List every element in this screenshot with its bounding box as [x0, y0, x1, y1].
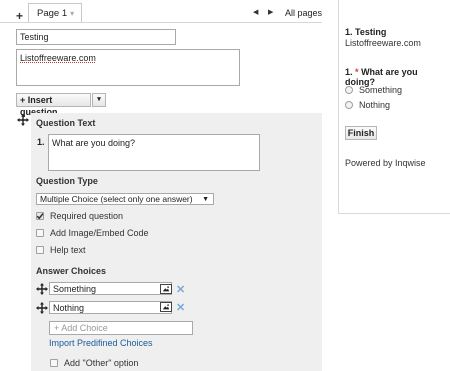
question-type-value: Multiple Choice (select only one answer) — [40, 194, 193, 204]
tab-label: Page 1 — [37, 8, 68, 19]
move-icon[interactable] — [17, 114, 29, 126]
add-page-button[interactable]: + — [16, 9, 23, 23]
import-predefined-link[interactable]: Import Predifined Choices — [49, 338, 153, 348]
answer-choice-input[interactable]: Nothing — [49, 301, 172, 314]
page-description-input[interactable]: Listoffreeware.com — [16, 49, 240, 86]
all-pages-link[interactable]: All pages — [285, 8, 322, 18]
description-text: Listoffreeware.com — [20, 53, 96, 63]
preview-radio[interactable] — [345, 86, 353, 94]
add-image-label: Add Image/Embed Code — [50, 228, 149, 238]
page-title-input[interactable]: Testing — [16, 29, 176, 45]
insert-question-button[interactable]: + Insert question — [16, 93, 91, 117]
move-icon[interactable] — [36, 283, 48, 295]
add-other-checkbox[interactable] — [50, 359, 58, 367]
answer-choice-input[interactable]: Something — [49, 282, 172, 295]
remove-choice-icon[interactable]: ✕ — [176, 301, 185, 314]
preview-question-number: 1. — [345, 67, 353, 77]
next-page-icon[interactable]: ▶ — [268, 8, 273, 16]
help-text-label: Help text — [50, 245, 86, 255]
required-mark: * — [355, 67, 359, 77]
finish-button[interactable]: Finish — [345, 126, 377, 140]
required-question-checkbox[interactable] — [36, 212, 44, 220]
prev-page-icon[interactable]: ◀ — [253, 8, 258, 16]
preview-radio[interactable] — [345, 101, 353, 109]
preview-answer-label: Nothing — [359, 100, 391, 110]
question-type-select[interactable]: Multiple Choice (select only one answer)… — [36, 193, 214, 205]
question-text-input[interactable]: What are you doing? — [48, 134, 260, 171]
image-icon[interactable] — [160, 302, 172, 312]
question-number: 1. — [37, 137, 45, 147]
dropdown-arrow-icon: ▼ — [202, 196, 209, 203]
add-choice-input[interactable]: + Add Choice — [49, 321, 193, 335]
powered-by-text: Powered by Inqwise — [345, 158, 426, 168]
add-other-label: Add "Other" option — [64, 358, 139, 368]
image-icon[interactable] — [160, 284, 172, 294]
preview-question: 1. * What are you doing? — [345, 67, 450, 87]
tab-page-1[interactable]: Page 1 ▾ — [28, 3, 82, 22]
preview-page-subtitle: Listoffreeware.com — [345, 38, 421, 48]
answer-choices-label: Answer Choices — [36, 266, 107, 276]
preview-page-title: 1. Testing — [345, 27, 387, 37]
preview-answer-label: Something — [359, 85, 403, 95]
chevron-down-icon[interactable]: ▾ — [70, 9, 74, 18]
remove-choice-icon[interactable]: ✕ — [176, 283, 185, 296]
question-type-label: Question Type — [36, 176, 98, 186]
check-icon — [36, 213, 44, 220]
insert-question-dropdown[interactable]: ▾ — [92, 93, 106, 107]
question-text-label: Question Text — [36, 118, 96, 128]
required-question-label: Required question — [50, 211, 124, 221]
add-image-checkbox[interactable] — [36, 229, 44, 237]
tab-divider — [0, 22, 322, 23]
help-text-checkbox[interactable] — [36, 246, 44, 254]
move-icon[interactable] — [36, 302, 48, 314]
